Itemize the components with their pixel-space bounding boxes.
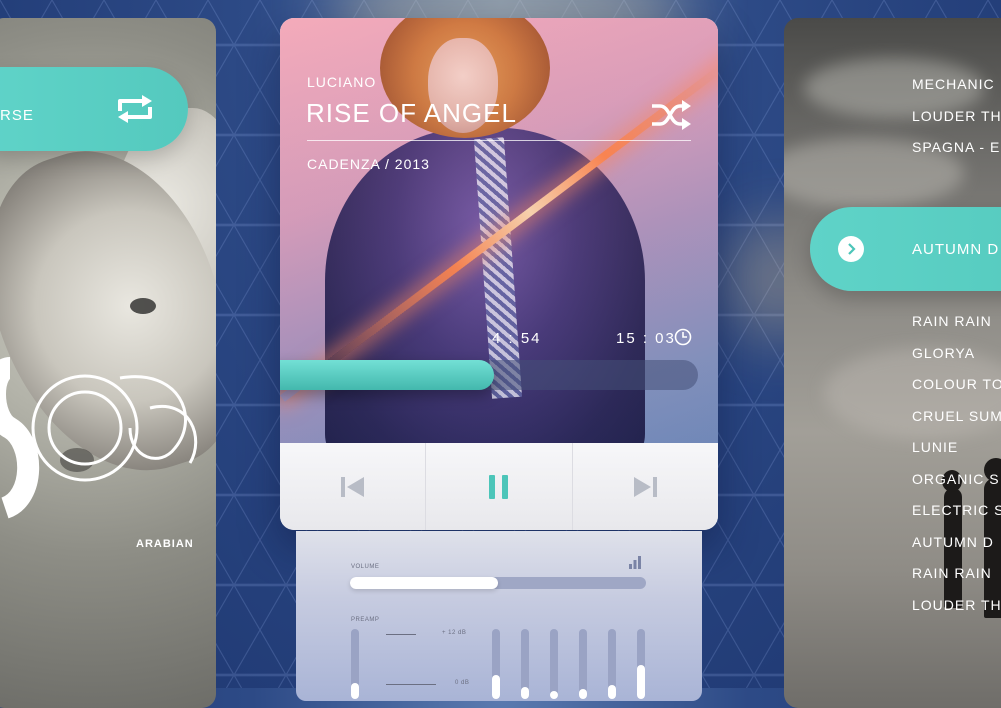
elapsed-time: 4 : 54 [492, 330, 542, 347]
playlist-upper: MECHANIC LOUDER TH SPAGNA - E [912, 76, 1001, 171]
artist-name: LUCIANO [307, 74, 377, 90]
decorative-letters [0, 357, 198, 519]
playback-controls [280, 443, 718, 530]
pause-icon [488, 474, 508, 499]
song-title: RISE OF ANGEL [306, 98, 517, 128]
repeat-label: RSE [0, 107, 34, 124]
slider-thumb[interactable] [351, 683, 359, 699]
eq-band-slider[interactable] [579, 629, 587, 699]
db-guide-line [386, 684, 436, 685]
playlist-item[interactable]: AUTUMN D [912, 534, 1001, 566]
playlist-item[interactable]: LOUDER TH [912, 108, 1001, 140]
play-indicator-icon [838, 236, 864, 262]
skip-previous-icon [340, 476, 364, 497]
playlist-item[interactable]: RAIN RAIN [912, 565, 1001, 597]
playlist-item[interactable]: SPAGNA - E [912, 139, 1001, 171]
now-playing-pill[interactable]: AUTUMN D [810, 207, 1001, 291]
album-info: CADENZA / 2013 [307, 156, 430, 172]
card-caption: ARABIAN [136, 538, 194, 550]
chevron-right-icon [848, 243, 856, 255]
preamp-slider[interactable] [351, 629, 359, 699]
playlist-item[interactable]: GLORYA [912, 345, 1001, 377]
previous-button[interactable] [280, 443, 427, 530]
playlist-item[interactable]: LOUDER TH [912, 597, 1001, 629]
volume-fill[interactable] [350, 577, 498, 589]
playlist-item[interactable]: RAIN RAIN [912, 313, 1001, 345]
next-button[interactable] [572, 443, 718, 530]
equalizer-panel: VOLUME PREAMP + 12 dB 0 dB [296, 531, 702, 701]
repeat-icon[interactable] [114, 93, 156, 125]
signal-bars-icon [629, 556, 641, 569]
shuffle-icon[interactable] [650, 98, 692, 132]
eq-band-slider[interactable] [550, 629, 558, 699]
skip-next-icon [634, 476, 658, 497]
progress-track[interactable] [280, 360, 698, 390]
horse-eye [130, 298, 156, 314]
music-player-card: LUCIANO RISE OF ANGEL CADENZA / 2013 4 :… [280, 18, 718, 530]
volume-slider[interactable] [350, 577, 646, 589]
zero-db-label: 0 dB [455, 680, 470, 686]
volume-label: VOLUME [351, 564, 380, 570]
playlist-item[interactable]: ELECTRIC S [912, 502, 1001, 534]
db-guide-line [386, 634, 416, 635]
eq-band-slider[interactable] [637, 629, 645, 699]
repeat-pill-button[interactable]: RSE [0, 67, 188, 151]
slider-thumb[interactable] [550, 691, 558, 699]
playlist-item[interactable]: CRUEL SUM [912, 408, 1001, 440]
slider-thumb[interactable] [521, 687, 529, 699]
playlist-lower: RAIN RAIN GLORYA COLOUR TO CRUEL SUM LUN… [912, 313, 1001, 628]
album-art: LUCIANO RISE OF ANGEL CADENZA / 2013 4 :… [280, 18, 718, 443]
playlist-item[interactable]: COLOUR TO [912, 376, 1001, 408]
progress-fill[interactable] [280, 360, 495, 390]
eq-band-slider[interactable] [521, 629, 529, 699]
title-divider [307, 140, 691, 141]
clock-icon [674, 328, 692, 346]
total-time: 15 : 03 [616, 330, 676, 347]
preamp-label: PREAMP [351, 617, 380, 623]
slider-thumb[interactable] [608, 685, 616, 699]
plus-db-label: + 12 dB [442, 630, 467, 636]
eq-band-slider[interactable] [492, 629, 500, 699]
now-playing-title: AUTUMN D [912, 241, 1000, 258]
pause-button[interactable] [426, 443, 573, 530]
playlist-item[interactable]: MECHANIC [912, 76, 1001, 108]
playlist-item[interactable]: ORGANIC S [912, 471, 1001, 503]
playlist-item[interactable]: LUNIE [912, 439, 1001, 471]
slider-thumb[interactable] [579, 689, 587, 699]
eq-band-slider[interactable] [608, 629, 616, 699]
slider-thumb[interactable] [637, 665, 645, 699]
slider-thumb[interactable] [492, 675, 500, 699]
